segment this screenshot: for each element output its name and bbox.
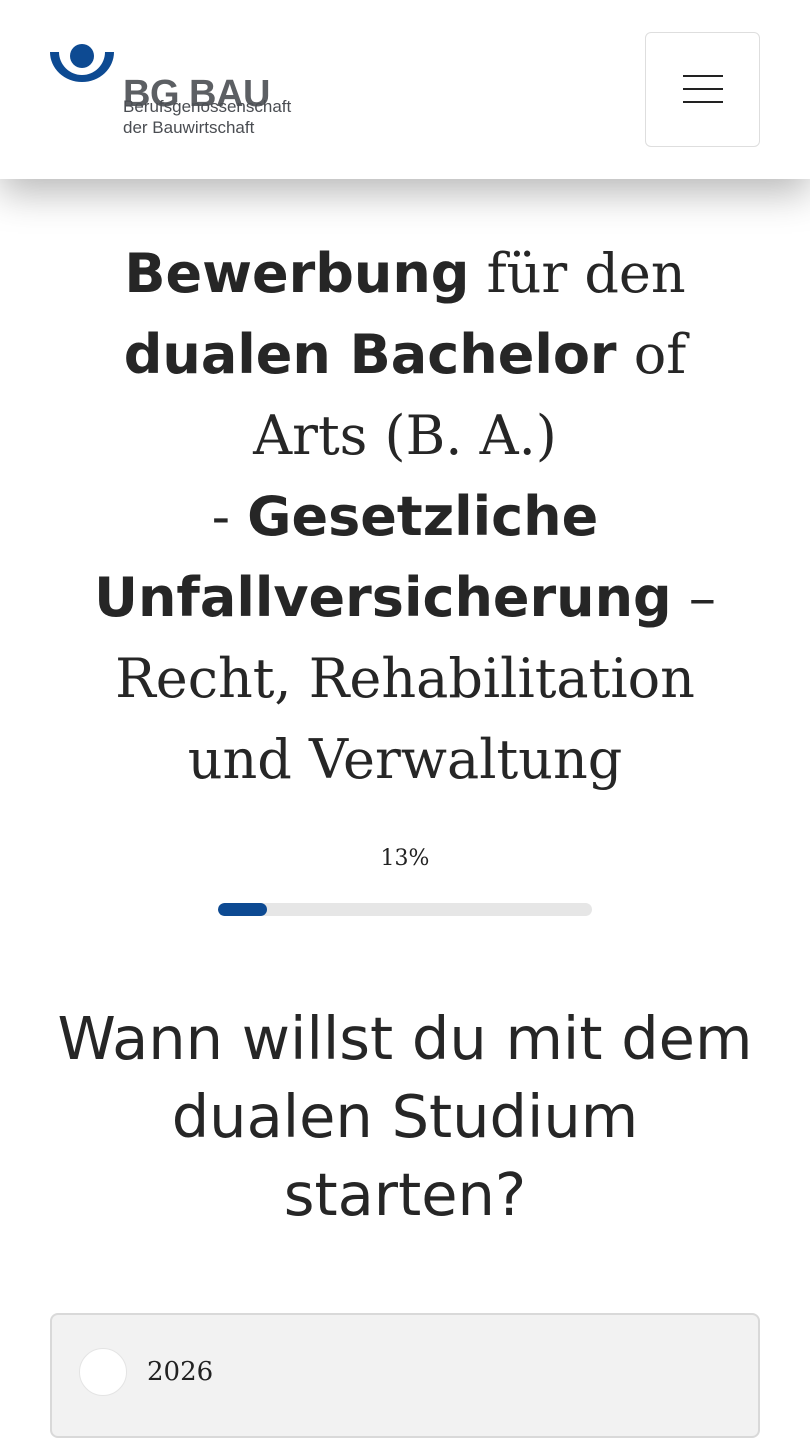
title-line-6: Recht, Rehabilitation — [115, 647, 695, 710]
question-line-3: starten? — [283, 1160, 527, 1229]
title-line-5: Unfallversicherung – — [94, 566, 716, 629]
progress-percentage: 13% — [380, 846, 430, 871]
title-line-4: - Gesetzliche — [211, 485, 599, 548]
bg-bau-logo[interactable]: BG BAU Berufsgenossenschaft der Bauwirts… — [50, 44, 320, 144]
start-year-option-2026[interactable]: 2026 — [50, 1313, 760, 1438]
title-line-1: Bewerbung für den — [124, 242, 686, 305]
progress-bar — [218, 903, 592, 916]
option-label: 2026 — [147, 1357, 214, 1387]
title-line-2: dualen Bachelor of — [123, 323, 687, 386]
menu-button[interactable] — [645, 32, 760, 147]
logo-subtitle-line2: der Bauwirtschaft — [123, 118, 255, 137]
bg-bau-logo-icon — [50, 44, 114, 82]
progress-bar-fill — [218, 903, 267, 916]
radio-button[interactable] — [79, 1348, 127, 1396]
title-line-3: Arts (B. A.) — [253, 404, 557, 467]
page-title: Bewerbung für den dualen Bachelor of Art… — [0, 233, 810, 800]
question-heading: Wann willst du mit dem dualen Studium st… — [0, 1000, 810, 1234]
hamburger-menu-icon — [683, 75, 723, 104]
question-line-2: dualen Studium — [171, 1082, 639, 1151]
title-line-7: und Verwaltung — [187, 728, 623, 791]
site-header: BG BAU Berufsgenossenschaft der Bauwirts… — [0, 0, 810, 179]
question-line-1: Wann willst du mit dem — [57, 1004, 753, 1073]
logo-subtitle-line1: Berufsgenossenschaft — [123, 97, 292, 116]
